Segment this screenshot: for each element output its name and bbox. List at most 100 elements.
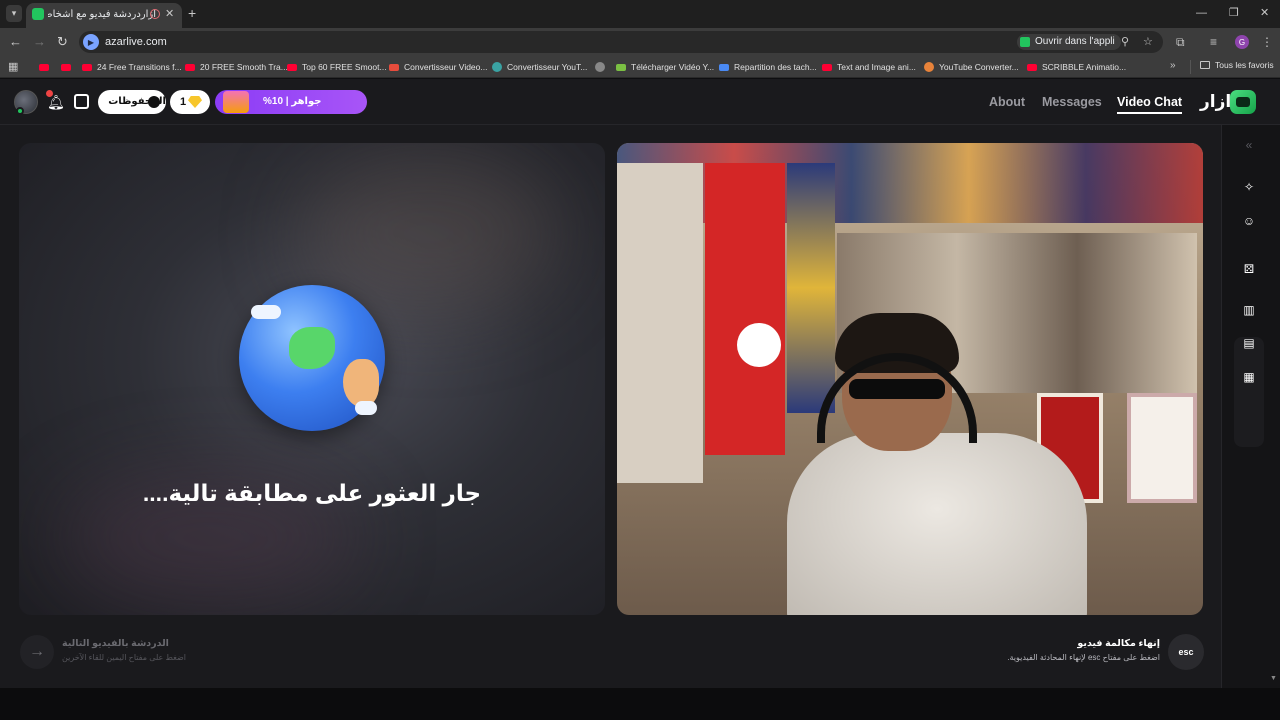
partner-video-pane: جار العثور على مطابقة تالية.... (19, 143, 605, 615)
bookmark-label: Top 60 FREE Smoot... (302, 62, 387, 72)
extensions-icon[interactable]: ⧉ (1176, 34, 1185, 50)
end-call-hint: اضغط على مفتاح esc لإنهاء المحادثة الفيد… (1007, 653, 1160, 662)
youtube-icon (822, 63, 832, 71)
online-status-dot (16, 107, 24, 115)
close-tab-icon[interactable]: ✕ (165, 7, 174, 21)
tab-title: أزاردردشة فيديو مع أشخاص (48, 9, 156, 20)
tools-sidebar: « ✧ ☺ ⚄ ▥ ▤ ▦ (1221, 125, 1280, 688)
open-in-app-label: Ouvrir dans l'appli (1035, 36, 1115, 47)
bookmark-label: Télécharger Vidéo Y... (631, 62, 715, 72)
nav-messages[interactable]: Messages (1042, 93, 1102, 111)
collapse-sidebar-icon[interactable]: « (1239, 135, 1259, 155)
bookmark-label: Text and Image ani... (837, 62, 916, 72)
bookmark-label: YouTube Converter... (939, 62, 1019, 72)
bookmark-item[interactable]: SCRIBBLE Animatio... (1027, 60, 1126, 74)
bookmark-item[interactable]: 20 FREE Smooth Tra... (185, 60, 288, 74)
bookmark-youtube-icon-only[interactable] (39, 60, 54, 74)
bookmarks-divider (1190, 60, 1191, 74)
nav-video-chat[interactable]: Video Chat (1117, 93, 1183, 114)
converter-icon (492, 62, 502, 72)
bookmark-item[interactable]: Convertisseur YouT... (492, 60, 587, 74)
bookmark-star-icon[interactable]: ☆ (1143, 35, 1153, 49)
gems-promo-button[interactable]: جواهر | 10% (215, 90, 367, 114)
scrollbar-down-arrow[interactable]: ▼ (1270, 675, 1277, 682)
apps-grid-icon[interactable]: ▦ (8, 61, 18, 73)
dice-icon[interactable]: ⚄ (1239, 259, 1259, 279)
converter-icon (389, 63, 399, 71)
end-call-button[interactable]: esc (1168, 634, 1204, 670)
next-chat-hint: اضغط على مفتاح اليمين للقاء الآخرين (62, 653, 187, 662)
address-bar[interactable]: ▶ azarlive.com Ouvrir dans l'appli ⚲ ☆ (79, 31, 1163, 53)
gem-count: 1 (180, 96, 187, 108)
reload-icon[interactable]: ↻ (57, 34, 68, 50)
azar-app-icon (1020, 37, 1030, 47)
layout-side-by-side-icon[interactable]: ▥ (1239, 300, 1259, 320)
browser-tab-active[interactable]: أزاردردشة فيديو مع أشخاص ✕ (26, 3, 182, 28)
close-window-button[interactable]: ✕ (1260, 6, 1269, 20)
forward-arrow-icon[interactable]: → (33, 34, 46, 50)
saved-button[interactable]: المحفوظات (98, 90, 166, 114)
bookmark-item[interactable]: Top 60 FREE Smoot... (287, 60, 387, 74)
bookmark-item[interactable]: 24 Free Transitions f... (82, 60, 182, 74)
folder-icon (1200, 61, 1210, 69)
site-info-icon[interactable]: ▶ (83, 34, 99, 50)
zoom-icon[interactable]: ⚲ (1121, 35, 1129, 49)
more-bookmarks-chevron-icon[interactable]: » (1170, 60, 1176, 71)
globe-cloud (355, 401, 377, 415)
bookmark-item[interactable]: Télécharger Vidéo Y... (616, 60, 714, 74)
clock-icon (148, 96, 160, 108)
app-header: 🔔︎ المحفوظات 1 جواهر | 10% About Message… (0, 79, 1280, 125)
shop-icon[interactable] (74, 94, 89, 109)
bookmark-globe-icon-only[interactable] (595, 60, 610, 74)
searching-status-text: جار العثور على مطابقة تالية.... (142, 480, 482, 506)
youtube-icon (61, 63, 71, 71)
bookmarks-bar: ▦ 24 Free Transitions f... 20 FREE Smoot… (0, 56, 1280, 78)
new-tab-button[interactable]: + (188, 5, 196, 21)
bell-icon[interactable]: 🔔︎ (47, 94, 65, 110)
open-in-app-button[interactable]: Ouvrir dans l'appli (1017, 34, 1121, 50)
azar-app: 🔔︎ المحفوظات 1 جواهر | 10% About Message… (0, 79, 1280, 688)
url-text: azarlive.com (105, 36, 167, 48)
gem-icon (188, 96, 202, 108)
self-camera-pane (617, 143, 1203, 615)
youtube-icon (287, 63, 297, 71)
magic-wand-icon[interactable]: ✧ (1239, 177, 1259, 197)
treasure-chest-icon (223, 91, 249, 113)
layout-switcher (1234, 337, 1264, 447)
download-icon (616, 63, 626, 71)
logo-chat-icon (1236, 97, 1250, 107)
all-bookmarks-folder[interactable]: Tous les favoris (1200, 60, 1274, 70)
nav-about[interactable]: About (989, 93, 1025, 111)
maximize-window-button[interactable]: ❐ (1229, 6, 1239, 20)
youtube-icon (39, 63, 49, 71)
globe-cloud (251, 305, 281, 319)
browser-tab-bar: ▾ أزاردردشة فيديو مع أشخاص ✕ + — ❐ ✕ (0, 0, 1280, 28)
next-chat-button[interactable]: → (20, 635, 54, 669)
layout-stacked-icon[interactable]: ▤ (1239, 333, 1259, 353)
arrow-right-icon: → (29, 643, 45, 660)
next-chat-title: الدردشة بالفيديو التالية (62, 638, 169, 649)
flag-emblem (737, 323, 781, 367)
face-filter-icon[interactable]: ☺ (1239, 211, 1259, 231)
all-bookmarks-label: Tous les favoris (1215, 60, 1274, 70)
tab-search-button[interactable]: ▾ (6, 5, 22, 22)
globe-icon (595, 62, 605, 72)
youtube-icon (185, 63, 195, 71)
profile-avatar[interactable]: G (1235, 35, 1249, 49)
bookmark-item[interactable]: Convertisseur Video... (389, 60, 487, 74)
media-controls-icon[interactable]: ≡ (1210, 34, 1217, 50)
azar-logo[interactable] (1230, 90, 1256, 114)
bookmark-label: 20 FREE Smooth Tra... (200, 62, 288, 72)
layout-pip-icon[interactable]: ▦ (1239, 367, 1259, 387)
bookmark-item[interactable]: YouTube Converter... (924, 60, 1019, 74)
recording-indicator-icon (150, 9, 160, 19)
bookmark-item[interactable]: Text and Image ani... (822, 60, 916, 74)
framed-jersey (1127, 393, 1197, 503)
brand-name: ازار (1200, 92, 1232, 111)
bookmark-item[interactable]: Repartition des tach... (719, 60, 817, 74)
minimize-window-button[interactable]: — (1196, 6, 1207, 20)
gems-button[interactable]: 1 (170, 90, 210, 114)
bookmark-youtube-icon-only[interactable] (61, 60, 76, 74)
browser-menu-icon[interactable]: ⋮ (1261, 34, 1273, 50)
back-arrow-icon[interactable]: ← (9, 34, 22, 50)
